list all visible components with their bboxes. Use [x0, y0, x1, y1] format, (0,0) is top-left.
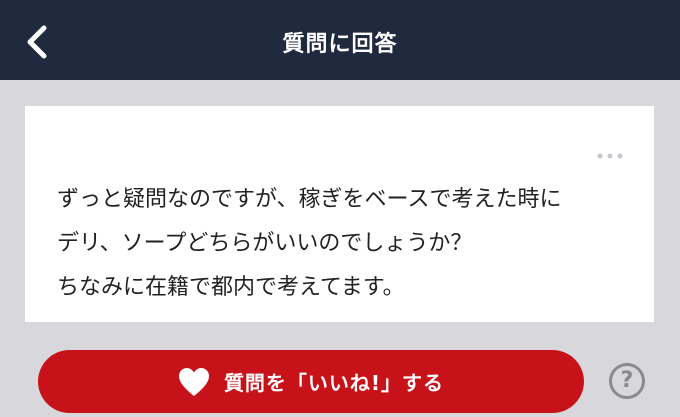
like-question-button[interactable]: 質問を「いいね!」する: [38, 350, 584, 413]
question-line: ずっと疑問なのですが、稼ぎをベースで考えた時に: [57, 187, 562, 212]
page-title: 質問に回答: [282, 32, 398, 57]
app-header: 質問に回答: [0, 0, 680, 80]
heart-icon: [178, 367, 209, 396]
help-button[interactable]: ?: [609, 363, 645, 399]
question-line: ちなみに在籍で都内で考えてます。: [57, 275, 405, 300]
question-text: ずっと疑問なのですが、稼ぎをベースで考えた時に デリ、ソープどちらがいいのでしょ…: [57, 178, 647, 310]
question-card: ずっと疑問なのですが、稼ぎをベースで考えた時に デリ、ソープどちらがいいのでしょ…: [25, 106, 654, 322]
more-dots-icon: [597, 153, 623, 159]
question-line: デリ、ソープどちらがいいのでしょうか？: [57, 231, 473, 256]
more-options-button[interactable]: [596, 146, 624, 159]
like-button-label: 質問を「いいね!」する: [223, 371, 445, 395]
